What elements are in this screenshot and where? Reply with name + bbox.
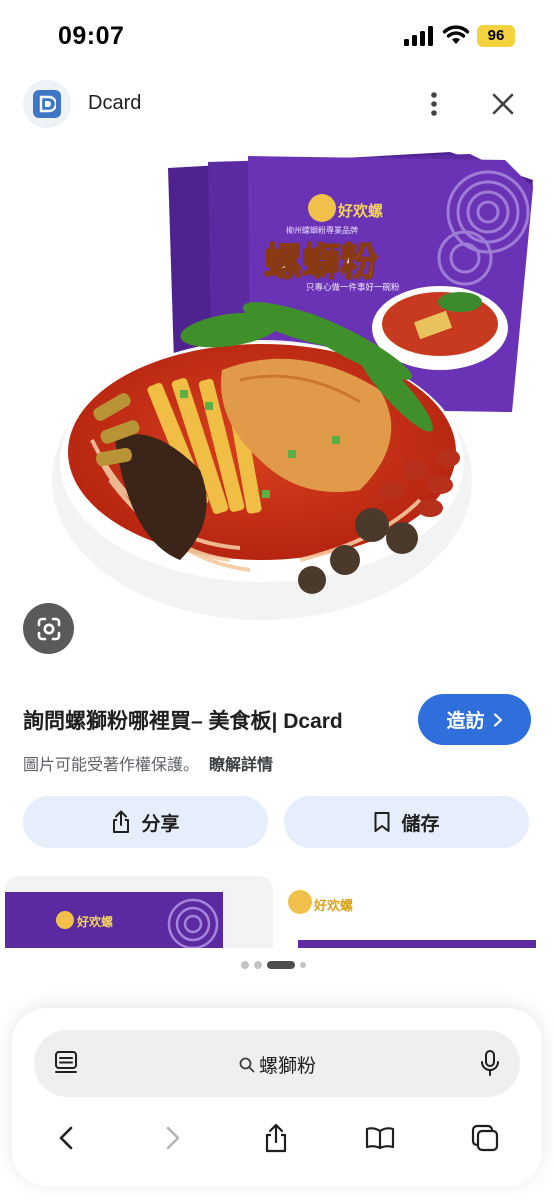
learn-more-link[interactable]: 瞭解詳情: [209, 757, 273, 774]
page-menu-icon[interactable]: [54, 1050, 78, 1076]
related-thumbnail-image: 好欢螺: [5, 892, 223, 948]
package-brand-text: 好欢螺: [337, 202, 383, 220]
related-thumbnail[interactable]: 好欢螺: [280, 876, 548, 948]
site-name[interactable]: Dcard: [88, 92, 141, 115]
screen: 09:07 96 Dcard 好欢螺 柳州螺螄粉專業品牌 螺螄粉 只專心做一件事…: [0, 0, 554, 1200]
carousel-dot: [241, 961, 249, 969]
status-time: 09:07: [58, 22, 125, 50]
related-thumbnail-image: 好欢螺: [280, 876, 548, 948]
save-button[interactable]: 儲存: [284, 796, 529, 848]
battery-indicator: 96: [477, 25, 515, 47]
share-page-button[interactable]: [256, 1120, 296, 1156]
related-results: 好欢螺 好欢螺: [0, 876, 554, 948]
chevron-right-icon: [493, 712, 502, 727]
forward-button[interactable]: [153, 1120, 193, 1156]
related-thumbnail[interactable]: 好欢螺: [5, 876, 273, 948]
status-bar: 09:07 96: [0, 0, 554, 72]
package-top-text: 柳州螺螄粉專業品牌: [286, 225, 358, 235]
lens-icon: [37, 617, 60, 640]
package-product-title: 螺螄粉: [264, 240, 378, 284]
result-header: Dcard: [0, 78, 554, 130]
close-button[interactable]: [486, 86, 520, 122]
result-image[interactable]: 好欢螺 柳州螺螄粉專業品牌 螺螄粉 只專心做一件事好一碗粉: [0, 140, 554, 675]
package-slogan: 只專心做一件事好一碗粉: [306, 282, 400, 293]
result-title[interactable]: 詢問螺獅粉哪裡買– 美食板| Dcard: [23, 705, 343, 735]
back-button[interactable]: [46, 1120, 86, 1156]
tabs-button[interactable]: [465, 1120, 505, 1156]
address-bar[interactable]: 螺獅粉: [34, 1030, 520, 1097]
save-button-label: 儲存: [401, 813, 440, 835]
search-query-text: 螺獅粉: [259, 1056, 317, 1077]
carousel-indicator: [241, 961, 306, 969]
carousel-dot: [254, 961, 262, 969]
carousel-dot: [300, 962, 306, 968]
close-icon: [492, 93, 514, 115]
browser-toolbar: 螺獅粉: [12, 1008, 542, 1186]
mic-icon[interactable]: [480, 1049, 500, 1077]
share-button[interactable]: 分享: [23, 796, 268, 848]
package-brand-emblem: [308, 194, 336, 222]
visit-button-label: 造訪: [446, 711, 485, 732]
lens-search-button[interactable]: [23, 603, 74, 654]
chevron-left-icon: [59, 1126, 73, 1150]
chevron-right-icon: [166, 1126, 180, 1150]
site-logo[interactable]: [23, 80, 71, 128]
tabs-icon: [471, 1124, 499, 1152]
more-vert-icon: [431, 92, 437, 116]
wifi-icon: [442, 25, 470, 44]
visit-button[interactable]: 造訪: [418, 694, 531, 745]
share-icon: [265, 1123, 287, 1153]
search-icon: [239, 1057, 255, 1072]
share-icon: [113, 810, 130, 833]
carousel-dot-active: [267, 961, 295, 969]
related-thumbnail-brand: 好欢螺: [76, 914, 113, 929]
noodle-product-illustration: 好欢螺 柳州螺螄粉專業品牌 螺螄粉 只專心做一件事好一碗粉: [52, 152, 533, 620]
copyright-text: 圖片可能受著作權保護。: [23, 757, 200, 774]
dcard-logo-icon: [33, 90, 61, 118]
share-button-label: 分享: [141, 813, 180, 835]
more-options-button[interactable]: [418, 86, 450, 122]
copyright-notice: 圖片可能受著作權保護。 瞭解詳情: [23, 751, 273, 775]
bookmarks-button[interactable]: [360, 1120, 400, 1156]
book-icon: [365, 1127, 395, 1150]
search-query[interactable]: 螺獅粉: [239, 1051, 316, 1078]
related-thumbnail-brand: 好欢螺: [313, 898, 353, 914]
cellular-signal-icon: [404, 26, 433, 46]
bookmark-icon: [374, 812, 390, 832]
